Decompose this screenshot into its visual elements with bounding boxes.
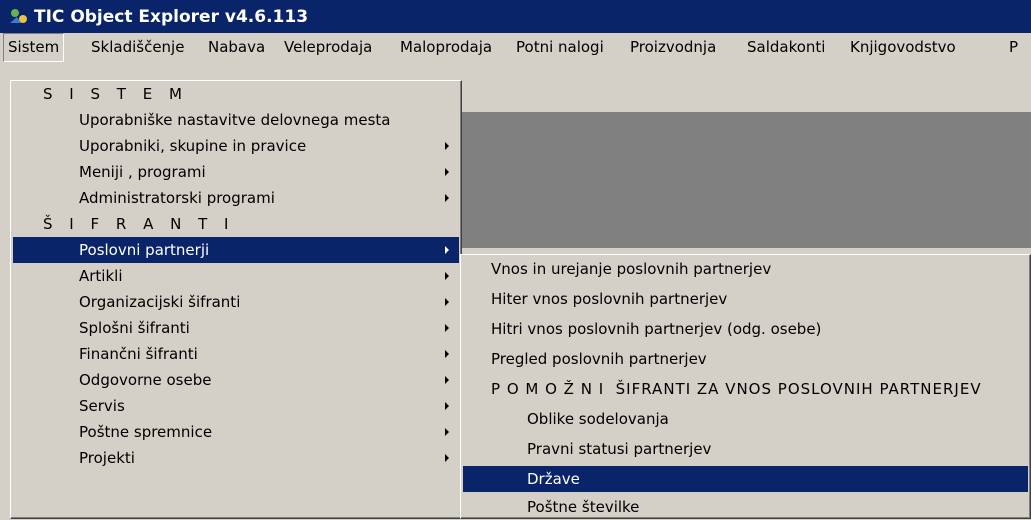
menu-item-postne-spremnice[interactable]: Poštne spremnice [13,419,459,445]
partner-submenu: Vnos in urejanje poslovnih partnerjev Hi… [460,254,1031,519]
header-label: S I S T E M [43,85,188,103]
menu-skladiscenje[interactable]: Skladiščenje [87,33,188,62]
menu-sistem[interactable]: Sistem [3,33,65,62]
title-bar: TIC Object Explorer v4.6.113 [0,0,1031,33]
menu-item-projekti[interactable]: Projekti [13,445,459,471]
submenu-arrow-icon [445,194,449,202]
menu-knjigovodstvo[interactable]: Knjigovodstvo [846,33,960,62]
menu-item-label: Splošni šifranti [79,319,190,337]
submenu-item-oblike[interactable]: Oblike sodelovanja [463,406,1028,432]
menu-item-label: Finančni šifranti [79,345,198,363]
sistem-dropdown: S I S T E M Uporabniške nastavitve delov… [10,80,462,519]
menu-item-servis[interactable]: Servis [13,393,459,419]
submenu-arrow-icon [445,142,449,150]
menu-item-administratorski[interactable]: Administratorski programi [13,185,459,211]
submenu-item-postne-stevilke[interactable]: Poštne številke [463,494,1028,520]
workspace-area [462,112,1031,248]
menu-proizvodnja[interactable]: Proizvodnja [626,33,720,62]
submenu-arrow-icon [445,298,449,306]
menu-item-label: Hiter vnos poslovnih partnerjev [491,290,728,308]
menu-item-label: Vnos in urejanje poslovnih partnerjev [491,260,772,278]
menu-item-label: Poštne spremnice [79,423,213,441]
submenu-item-hiter-vnos[interactable]: Hiter vnos poslovnih partnerjev [463,286,1028,312]
workspace-strip [462,62,1031,112]
submenu-arrow-icon [445,350,449,358]
menu-bar: Sistem Skladiščenje Nabava Veleprodaja M… [0,33,1031,62]
submenu-arrow-icon [445,454,449,462]
menu-saldakonti[interactable]: Saldakonti [743,33,829,62]
submenu-arrow-icon [445,376,449,384]
menu-potni-nalogi[interactable]: Potni nalogi [512,33,608,62]
menu-item-label: Države [527,470,580,488]
app-icon [10,8,27,23]
menu-item-splosni[interactable]: Splošni šifranti [13,315,459,341]
section-header-sifranti: Š I F R A N T I [13,211,459,237]
menu-item-label: Projekti [79,449,135,467]
section-header-pomozni: P O M O Ž N I ŠIFRANTI ZA VNOS POSLOVNIH… [463,376,1028,402]
menu-nabava[interactable]: Nabava [204,33,269,62]
menu-item-label: Odgovorne osebe [79,371,212,389]
menu-item-label: Oblike sodelovanja [527,410,669,428]
submenu-arrow-icon [445,272,449,280]
submenu-item-drzave[interactable]: Države [463,466,1028,492]
menu-item-label: Artikli [79,267,123,285]
submenu-item-vnos-urejanje[interactable]: Vnos in urejanje poslovnih partnerjev [463,256,1028,282]
menu-item-meniji[interactable]: Meniji , programi [13,159,459,185]
window-title: TIC Object Explorer v4.6.113 [34,6,309,27]
menu-item-label: Pregled poslovnih partnerjev [491,350,707,368]
menu-item-label: Servis [79,397,125,415]
menu-item-uporabniki[interactable]: Uporabniki, skupine in pravice [13,133,459,159]
menu-item-label: Poslovni partnerji [79,241,210,259]
menu-item-label: Administratorski programi [79,189,275,207]
menu-item-financni[interactable]: Finančni šifranti [13,341,459,367]
submenu-arrow-icon [445,168,449,176]
menu-item-odgovorne-osebe[interactable]: Odgovorne osebe [13,367,459,393]
menu-maloprodaja[interactable]: Maloprodaja [396,33,496,62]
header-label: Š I F R A N T I [43,215,235,233]
menu-item-label: Organizacijski šifranti [79,293,241,311]
menu-item-label: Poštne številke [527,498,640,516]
menu-veleprodaja[interactable]: Veleprodaja [280,33,376,62]
menu-item-label: Meniji , programi [79,163,206,181]
menu-item-label: Uporabniki, skupine in pravice [79,137,307,155]
submenu-arrow-icon [445,246,449,254]
header-label: P O M O Ž N I ŠIFRANTI ZA VNOS POSLOVNIH… [491,380,982,398]
menu-item-label: Hitri vnos poslovnih partnerjev (odg. os… [491,320,822,338]
menu-item-organizacijski[interactable]: Organizacijski šifranti [13,289,459,315]
submenu-arrow-icon [445,324,449,332]
menu-partial[interactable]: P [1005,33,1022,62]
submenu-arrow-icon [445,402,449,410]
menu-item-uporabniske-nastavitve[interactable]: Uporabniške nastavitve delovnega mesta [13,107,459,133]
submenu-item-pregled[interactable]: Pregled poslovnih partnerjev [463,346,1028,372]
menu-item-label: Pravni statusi partnerjev [527,440,712,458]
menu-item-label: Uporabniške nastavitve delovnega mesta [79,111,391,129]
submenu-item-hitri-vnos-odg[interactable]: Hitri vnos poslovnih partnerjev (odg. os… [463,316,1028,342]
submenu-arrow-icon [445,428,449,436]
submenu-item-pravni-statusi[interactable]: Pravni statusi partnerjev [463,436,1028,462]
menu-item-artikli[interactable]: Artikli [13,263,459,289]
menu-item-poslovni-partnerji[interactable]: Poslovni partnerji [13,237,459,263]
section-header-sistem: S I S T E M [13,81,459,107]
